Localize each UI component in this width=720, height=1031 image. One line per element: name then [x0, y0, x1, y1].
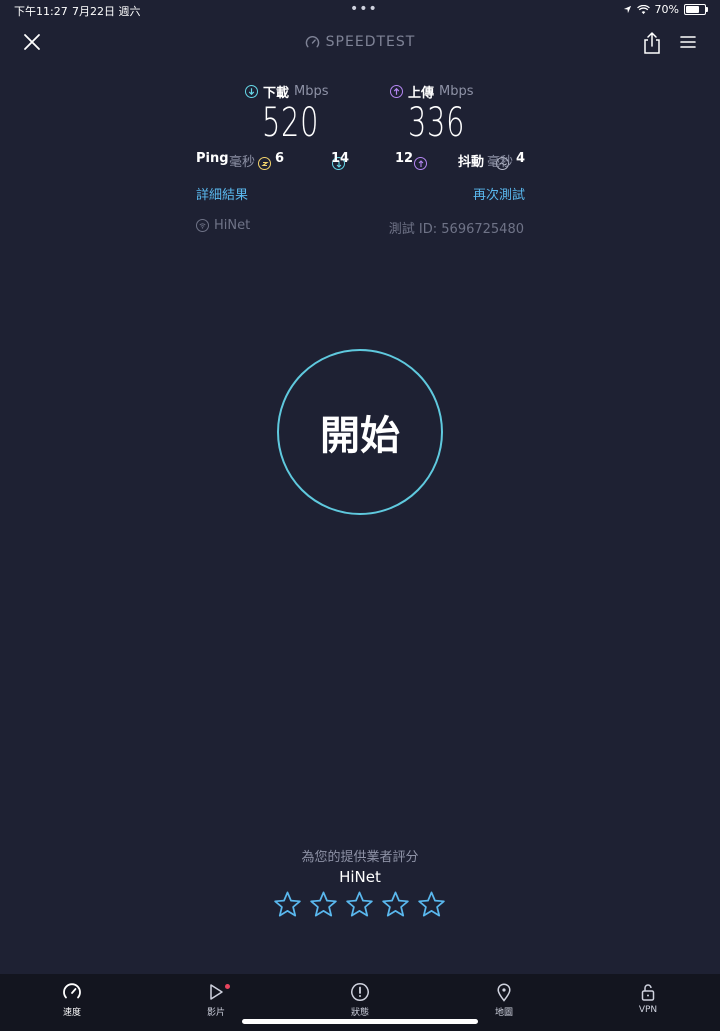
- battery-percent: 70%: [654, 3, 679, 16]
- tab-map[interactable]: 地圖: [464, 982, 544, 1018]
- multitasking-dots-icon[interactable]: •••: [350, 1, 378, 17]
- tab-status[interactable]: 狀態: [320, 982, 400, 1018]
- ping-unit: 毫秒: [229, 155, 256, 170]
- tab-video[interactable]: 影片: [176, 982, 256, 1018]
- notification-dot: [225, 984, 230, 989]
- brand-logo: SPEEDTEST: [0, 34, 720, 50]
- play-icon: [210, 984, 223, 1000]
- ping-upload-icon: [414, 157, 428, 170]
- ping-label: Ping: [196, 151, 229, 166]
- share-icon[interactable]: [641, 31, 663, 55]
- jitter-label: 抖動: [458, 155, 485, 170]
- start-button-label: 開始: [320, 413, 400, 459]
- tab-label: 速度: [62, 1008, 81, 1018]
- status-right: 70%: [623, 3, 708, 16]
- alert-icon: [351, 983, 369, 1001]
- star-icon[interactable]: [381, 890, 410, 919]
- test-again-link[interactable]: 再次測試: [473, 184, 525, 203]
- menu-icon[interactable]: [679, 34, 697, 50]
- rate-provider-title: 為您的提供業者評分: [301, 850, 419, 865]
- status-bar: 下午11:27 7月22日 週六 ••• 70%: [0, 0, 720, 20]
- upload-unit: Mbps: [439, 84, 474, 99]
- isp-name: HiNet: [214, 218, 251, 233]
- download-value: 520: [262, 100, 320, 146]
- star-icon[interactable]: [417, 890, 446, 919]
- isp-info: HiNet: [196, 218, 250, 233]
- tab-vpn[interactable]: VPN: [608, 982, 688, 1015]
- wifi-icon: [636, 4, 650, 14]
- star-rating: [273, 890, 446, 919]
- location-arrow-icon: [623, 5, 631, 14]
- star-icon[interactable]: [273, 890, 302, 919]
- tab-label: 影片: [206, 1008, 225, 1018]
- ping-idle-icon: [258, 157, 271, 170]
- star-icon[interactable]: [309, 890, 338, 919]
- download-arrow-icon: [245, 85, 258, 98]
- tab-label: 狀態: [350, 1008, 369, 1018]
- tab-label: 地圖: [494, 1008, 513, 1018]
- speedometer-logo-icon: [305, 35, 319, 47]
- test-id: 測試 ID: 5696725480: [388, 222, 524, 237]
- wifi-circle-icon: [196, 219, 209, 232]
- battery-fill: [686, 6, 699, 13]
- upload-title: 上傳: [408, 86, 435, 101]
- home-indicator[interactable]: [242, 1019, 478, 1024]
- battery-icon: [684, 4, 708, 15]
- detailed-results-link[interactable]: 詳細結果: [196, 184, 248, 203]
- tab-speed[interactable]: 速度: [32, 982, 112, 1018]
- tab-label: VPN: [638, 1005, 658, 1015]
- upload-value: 336: [408, 100, 466, 146]
- download-title: 下載: [263, 86, 290, 101]
- jitter-unit: 毫秒: [487, 155, 514, 170]
- brand-name: SPEEDTEST: [325, 34, 416, 50]
- status-date: 7月22日 週六: [72, 5, 141, 18]
- lock-icon: [641, 984, 655, 1001]
- ping-idle-value: 6: [275, 151, 285, 166]
- speedometer-icon: [63, 983, 81, 999]
- ping-upload-value: 12: [395, 151, 414, 166]
- status-time: 下午11:27: [14, 5, 68, 18]
- star-icon[interactable]: [345, 890, 374, 919]
- download-label: 下載 Mbps: [245, 82, 329, 101]
- upload-arrow-icon: [390, 85, 403, 98]
- rate-provider-isp: HiNet: [339, 868, 381, 886]
- ping-download-value: 14: [331, 151, 350, 166]
- download-unit: Mbps: [294, 84, 329, 99]
- start-button[interactable]: 開始: [277, 349, 443, 515]
- map-pin-icon: [497, 983, 511, 1002]
- upload-label: 上傳 Mbps: [390, 82, 474, 101]
- jitter-value: 4: [516, 151, 526, 166]
